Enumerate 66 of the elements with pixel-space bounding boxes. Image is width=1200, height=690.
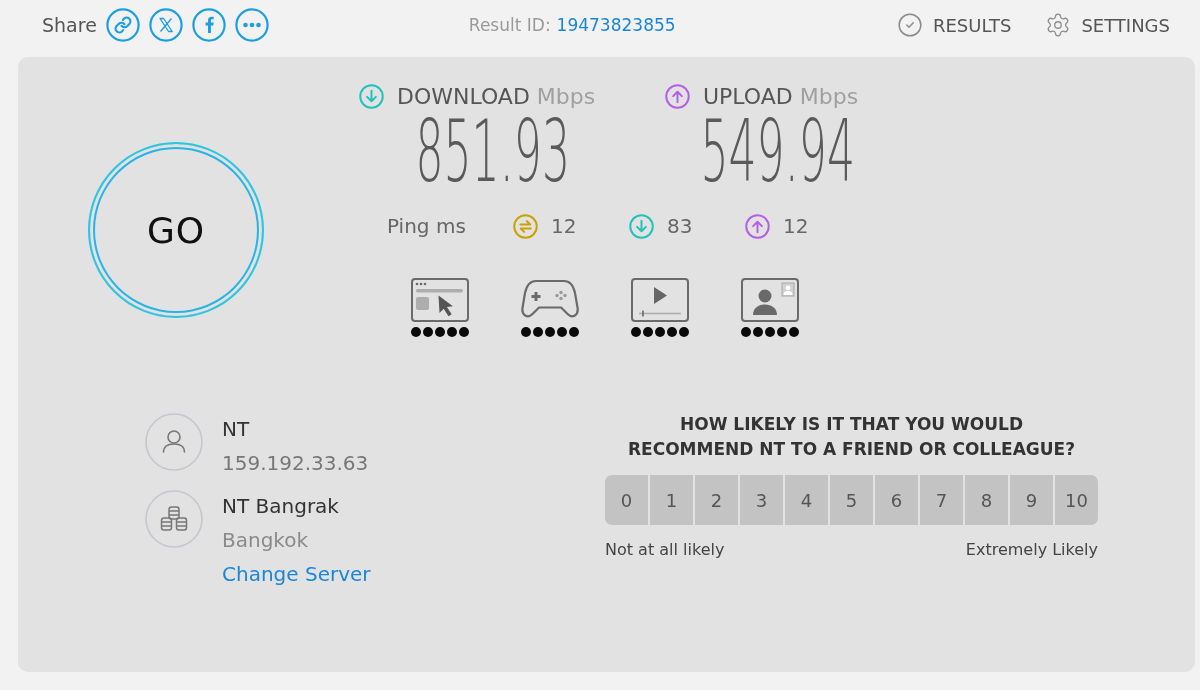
rating-option[interactable]: 3 — [740, 475, 783, 525]
rating-dot-icon — [411, 327, 421, 337]
rating-option[interactable]: 1 — [650, 475, 693, 525]
rating-dot-icon — [631, 327, 641, 337]
rating-dot-icon — [765, 327, 775, 337]
nav-button[interactable]: SETTINGS — [1045, 12, 1170, 38]
ping-value: 12 — [551, 214, 577, 238]
speed-value: 549.94 — [700, 109, 855, 195]
scale-high-label: Extremely Likely — [965, 540, 1098, 560]
link-icon[interactable] — [105, 8, 140, 42]
rating-dot-icon — [679, 327, 689, 337]
go-button[interactable]: GO — [88, 142, 264, 318]
rating-option[interactable]: 7 — [920, 475, 963, 525]
unit-label: Mbps — [536, 83, 596, 109]
result-id-link[interactable]: 19473823855 — [556, 15, 676, 35]
rating-dot-icon — [435, 327, 445, 337]
speed-label: DOWNLOAD — [397, 83, 530, 109]
rating-dot-icon — [557, 327, 567, 337]
rating-option[interactable]: 6 — [875, 475, 918, 525]
scale-low-label: Not at all likely — [605, 540, 725, 560]
provider-name: NT — [222, 416, 250, 443]
rating-dot-icon — [545, 327, 555, 337]
video-call-icon — [741, 278, 799, 322]
survey-question: HOW LIKELY IS IT THAT YOU WOULD RECOMMEND NT TO A FRIEND OR COLLEAGUE? — [626, 413, 1077, 461]
share-label: Share — [42, 14, 97, 36]
ip-address: 159.192.33.63 — [222, 450, 369, 477]
rating-option[interactable]: 4 — [785, 475, 828, 525]
rating-option[interactable]: 5 — [830, 475, 873, 525]
rating-dot-icon — [741, 327, 751, 337]
server-location: Bangkok — [222, 527, 309, 554]
more-icon[interactable] — [234, 8, 269, 42]
rating-dot-icon — [667, 327, 677, 337]
user-icon — [145, 413, 203, 471]
ping-label: Ping ms — [387, 214, 467, 238]
browser-cursor-icon — [411, 278, 469, 322]
rating-option[interactable]: 8 — [965, 475, 1008, 525]
facebook-icon[interactable] — [191, 8, 226, 42]
rating-dot-icon — [753, 327, 763, 337]
result-id-label: Result ID: — [468, 15, 551, 35]
rating-dot-icon — [569, 327, 579, 337]
check-circle-icon — [896, 12, 923, 38]
rating-dot-icon — [521, 327, 531, 337]
swap-arrows-icon — [513, 213, 538, 239]
server-name: NT Bangrak — [222, 493, 339, 520]
rating-dot-icon — [655, 327, 665, 337]
server-icon — [145, 490, 203, 548]
video-player-icon — [631, 278, 689, 322]
rating-dot-icon — [789, 327, 799, 337]
x-logo-icon[interactable] — [148, 8, 183, 42]
unit-label: Mbps — [799, 83, 859, 109]
rating-option[interactable]: 2 — [695, 475, 738, 525]
rating-dot-icon — [643, 327, 653, 337]
rating-option[interactable]: 0 — [605, 475, 648, 525]
speed-value: 851.93 — [415, 109, 571, 195]
rating-option[interactable]: 9 — [1010, 475, 1053, 525]
rating-dot-icon — [423, 327, 433, 337]
ping-value: 83 — [667, 214, 693, 238]
speed-label: UPLOAD — [703, 83, 793, 109]
change-server-link[interactable]: Change Server — [222, 557, 371, 591]
rating-option[interactable]: 10 — [1055, 475, 1098, 525]
rating-dot-icon — [533, 327, 543, 337]
rating-dot-icon — [777, 327, 787, 337]
ping-value: 12 — [783, 214, 809, 238]
rating-dot-icon — [447, 327, 457, 337]
rating-dot-icon — [459, 327, 469, 337]
nav-button[interactable]: RESULTS — [896, 12, 1012, 38]
